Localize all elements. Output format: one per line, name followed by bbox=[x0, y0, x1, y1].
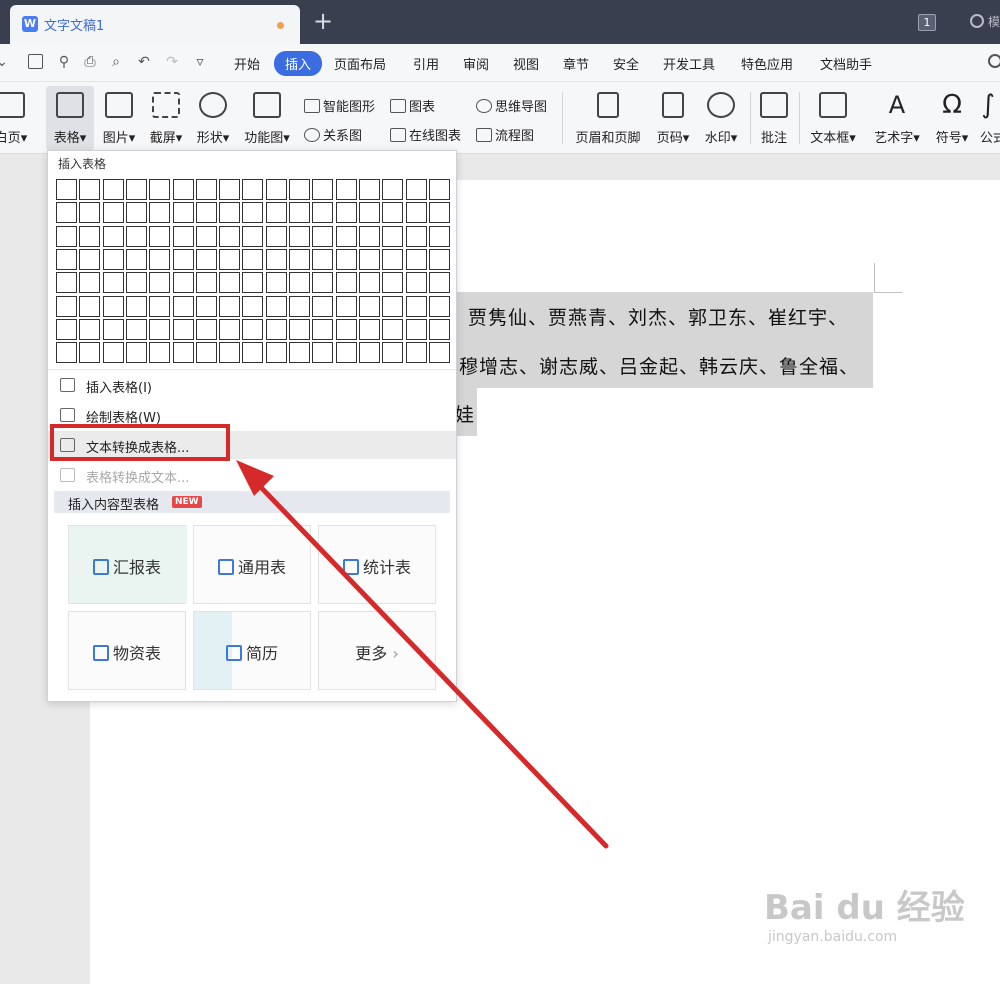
baidu-watermark: Bai du 经验 jingyan.baidu.com bbox=[764, 880, 965, 945]
watermark-url: jingyan.baidu.com bbox=[768, 929, 898, 945]
annotation-arrow bbox=[236, 460, 609, 849]
watermark-brand: Bai du 经验 bbox=[764, 888, 965, 928]
